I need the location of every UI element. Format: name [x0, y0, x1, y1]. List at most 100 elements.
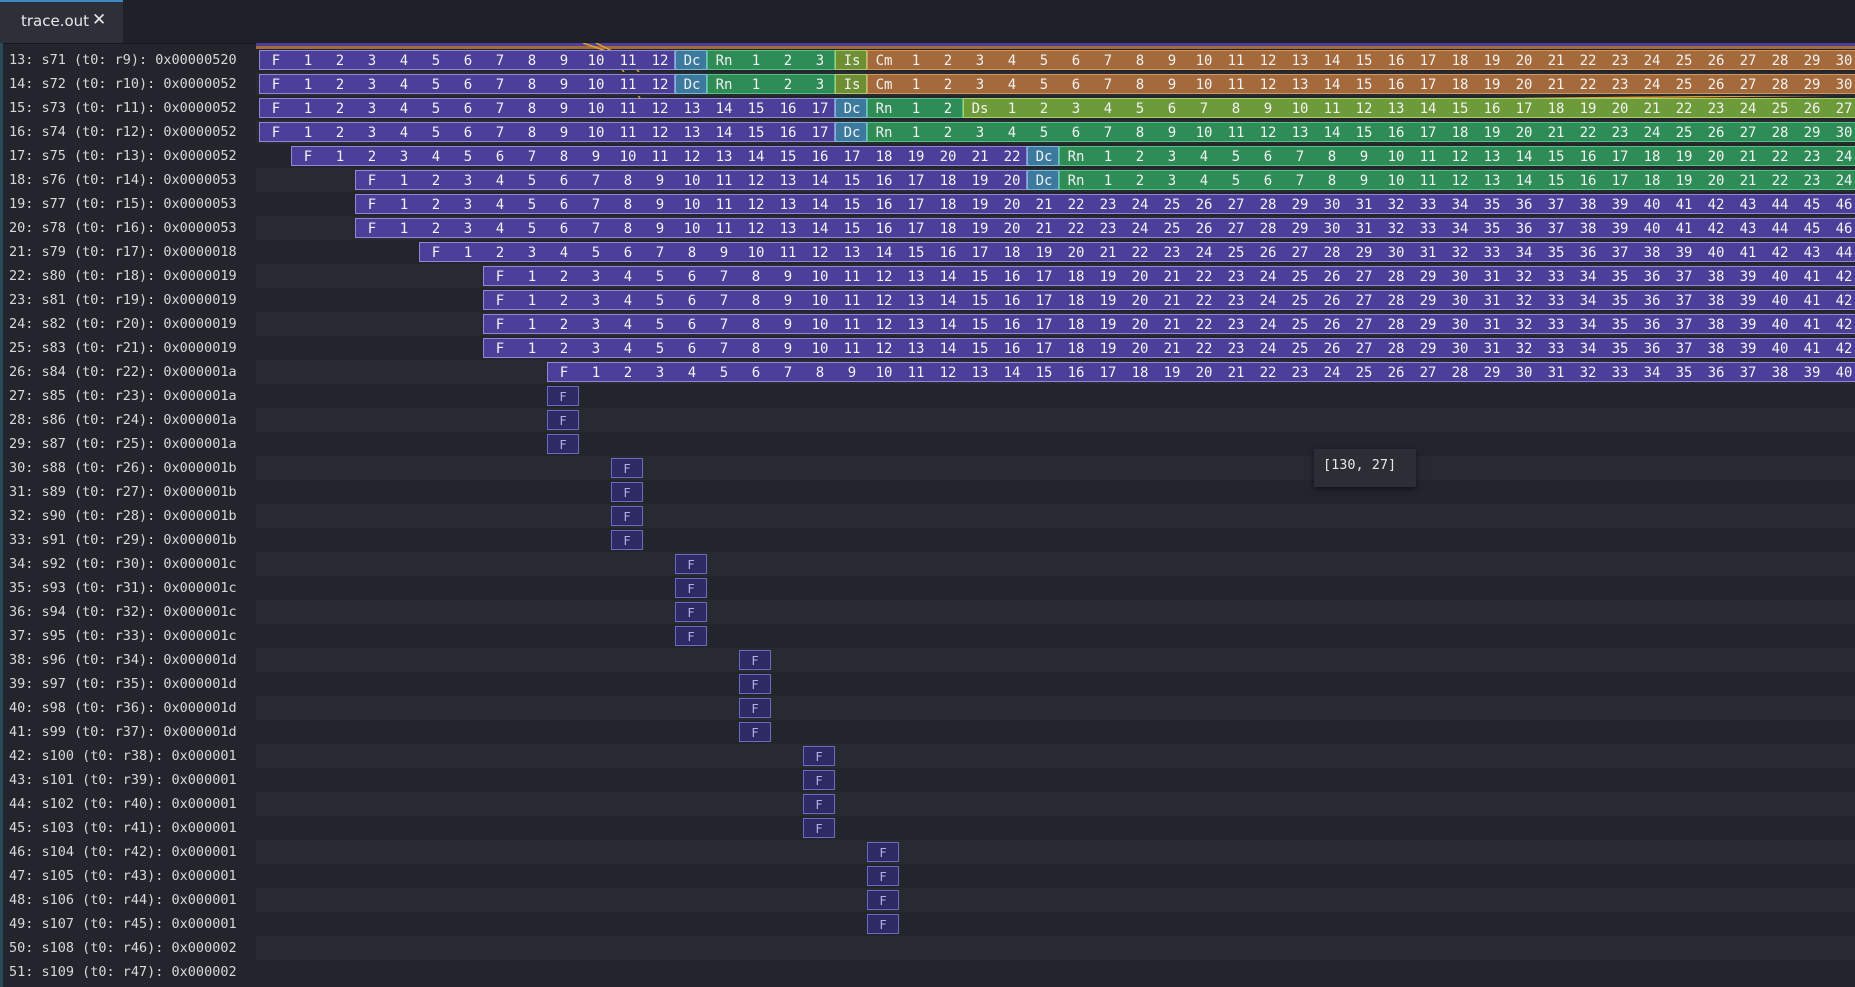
- timeline-row[interactable]: [256, 696, 1855, 720]
- stage-dc[interactable]: Dc: [675, 74, 707, 94]
- stage-f-fetch[interactable]: F: [611, 530, 643, 550]
- stage-f-fetch[interactable]: F: [803, 746, 835, 766]
- tab-trace-out[interactable]: trace.out ✕: [0, 0, 123, 43]
- stage-cm[interactable]: Cm 1 2 3 4 5 6 7 8 9 10 11 12 13 14 15 16 17 18 19 20 21 22 23 2…: [867, 50, 1855, 70]
- timeline-row[interactable]: [256, 552, 1855, 576]
- stage-rn[interactable]: Rn 1 2 3 4 5 6 7 8 9 10 11 12 13 14 15 16 17 18 19 20 21 22 23 2…: [1059, 170, 1855, 190]
- timeline-row[interactable]: [256, 840, 1855, 864]
- stage-f[interactable]: F 1 2 3 4 5 6 7 8 9 10 11 12 13 14 15 16 17 18 19 20 21 22 23 24…: [547, 362, 1855, 382]
- cycle-count: 18: [939, 197, 957, 213]
- stage-f[interactable]: F 1 2 3 4 5 6 7 8 9 10 11 12 13 14 15 16 17: [259, 122, 835, 142]
- cycle-count: 7: [1103, 77, 1113, 93]
- stage-rn[interactable]: Rn 1 2 3: [707, 50, 835, 70]
- cycle-count: 13: [779, 221, 797, 237]
- stage-rn[interactable]: Rn 1 2: [867, 98, 963, 118]
- stage-f[interactable]: F 1 2 3 4 5 6 7 8 9 10 11 12 13 14 15 16 17 18 19 20 21 22 23 24…: [483, 266, 1855, 286]
- stage-f-fetch[interactable]: F: [547, 386, 579, 406]
- cycle-count: 9: [591, 149, 601, 165]
- timeline-row[interactable]: [256, 936, 1855, 960]
- timeline-row[interactable]: [256, 600, 1855, 624]
- stage-rn[interactable]: Rn 1 2 3 4 5 6 7 8 9 10 11 12 13 14 15 16 17 18 19 20 21 22 23 2…: [867, 122, 1855, 142]
- stage-f-fetch[interactable]: F: [739, 674, 771, 694]
- stage-f[interactable]: F 1 2 3 4 5 6 7 8 9 10 11 12 13 14 15 16 17 18 19 20 21 22: [291, 146, 1027, 166]
- stage-f[interactable]: F 1 2 3 4 5 6 7 8 9 10 11 12 13 14 15 16 17 18 19 20 21 22 23 24…: [419, 242, 1855, 262]
- stage-f[interactable]: F 1 2 3 4 5 6 7 8 9 10 11 12: [259, 50, 675, 70]
- stage-f-fetch[interactable]: F: [675, 602, 707, 622]
- stage-dc[interactable]: Dc: [835, 98, 867, 118]
- cycle-count: 16: [779, 125, 797, 141]
- timeline-row[interactable]: [256, 960, 1855, 984]
- stage-cm[interactable]: Cm 1 2 3 4 5 6 7 8 9 10 11 12 13 14 15 16 17 18 19 20 21 22 23 2…: [867, 74, 1855, 94]
- stage-f-fetch[interactable]: F: [611, 506, 643, 526]
- stage-f[interactable]: F 1 2 3 4 5 6 7 8 9 10 11 12: [259, 74, 675, 94]
- stage-f-fetch[interactable]: F: [611, 458, 643, 478]
- stage-ds[interactable]: Ds 1 2 3 4 5 6 7 8 9 10 11 12 13 14 15 16 17 18 19 20 21 22 23 2…: [963, 98, 1855, 118]
- cycle-count: 15: [747, 101, 765, 117]
- timeline-row[interactable]: [256, 408, 1855, 432]
- cycle-count: 37: [1547, 221, 1565, 237]
- cycle-count: 16: [1003, 317, 1021, 333]
- stage-f-fetch[interactable]: F: [867, 842, 899, 862]
- cycle-count: 16: [811, 149, 829, 165]
- timeline-row[interactable]: [256, 456, 1855, 480]
- timeline-row[interactable]: [256, 480, 1855, 504]
- timeline-row[interactable]: [256, 720, 1855, 744]
- stage-rn[interactable]: Rn 1 2 3 4 5 6 7 8 9 10 11 12 13 14 15 16 17 18 19 20 21 22 23 2…: [1059, 146, 1855, 166]
- timeline-row[interactable]: [256, 768, 1855, 792]
- timeline-row[interactable]: [256, 792, 1855, 816]
- stage-is[interactable]: Is: [835, 74, 867, 94]
- cycle-count: 8: [527, 125, 537, 141]
- timeline-row[interactable]: [256, 864, 1855, 888]
- stage-f-fetch[interactable]: F: [739, 698, 771, 718]
- stage-f[interactable]: F 1 2 3 4 5 6 7 8 9 10 11 12 13 14 15 16 17 18 19 20 21 22 23 24…: [483, 314, 1855, 334]
- stage-f-fetch[interactable]: F: [739, 722, 771, 742]
- timeline-row[interactable]: [256, 648, 1855, 672]
- stage-f-fetch[interactable]: F: [675, 626, 707, 646]
- cycle-count: 40: [1643, 221, 1661, 237]
- timeline-row[interactable]: [256, 912, 1855, 936]
- timeline-row[interactable]: [256, 528, 1855, 552]
- cycle-count: 39: [1675, 245, 1693, 261]
- cycle-count: 8: [623, 197, 633, 213]
- stage-dc[interactable]: Dc: [1027, 170, 1059, 190]
- timeline-row[interactable]: [256, 576, 1855, 600]
- timeline-row[interactable]: [256, 672, 1855, 696]
- stage-f-fetch[interactable]: F: [867, 890, 899, 910]
- timeline-row[interactable]: [256, 432, 1855, 456]
- stage-f[interactable]: F 1 2 3 4 5 6 7 8 9 10 11 12 13 14 15 16 17 18 19 20 21 22 23 24…: [355, 218, 1855, 238]
- stage-f[interactable]: F 1 2 3 4 5 6 7 8 9 10 11 12 13 14 15 16 17 18 19 20: [355, 170, 1027, 190]
- stage-f-fetch[interactable]: F: [547, 434, 579, 454]
- stage-dc[interactable]: Dc: [835, 122, 867, 142]
- stage-dc[interactable]: Dc: [1027, 146, 1059, 166]
- stage-f-fetch[interactable]: F: [803, 770, 835, 790]
- timeline-row[interactable]: [256, 384, 1855, 408]
- timeline-row[interactable]: [256, 624, 1855, 648]
- pipeline-canvas[interactable]: F 1 2 3 4 5 6 7 8 9 10 11 12 Dc Rn 1 2 3 Is Cm 1 2 3 4 5 6 7 8 9 10 11…: [256, 43, 1855, 987]
- stage-f-fetch[interactable]: F: [675, 578, 707, 598]
- stage-f-fetch[interactable]: F: [739, 650, 771, 670]
- cycle-count: 26: [1323, 317, 1341, 333]
- cycle-count: 2: [783, 77, 793, 93]
- stage-f[interactable]: F 1 2 3 4 5 6 7 8 9 10 11 12 13 14 15 16 17 18 19 20 21 22 23 24…: [483, 290, 1855, 310]
- cycle-count: 8: [751, 293, 761, 309]
- stage-f-fetch[interactable]: F: [547, 410, 579, 430]
- timeline-row[interactable]: [256, 744, 1855, 768]
- stage-f[interactable]: F 1 2 3 4 5 6 7 8 9 10 11 12 13 14 15 16 17: [259, 98, 835, 118]
- stage-f[interactable]: F 1 2 3 4 5 6 7 8 9 10 11 12 13 14 15 16 17 18 19 20 21 22 23 24…: [355, 194, 1855, 214]
- stage-f-fetch[interactable]: F: [867, 866, 899, 886]
- stage-rn[interactable]: Rn 1 2 3: [707, 74, 835, 94]
- cycle-count: 16: [1579, 149, 1597, 165]
- timeline-row[interactable]: [256, 888, 1855, 912]
- stage-f-fetch[interactable]: F: [803, 818, 835, 838]
- stage-dc[interactable]: Dc: [675, 50, 707, 70]
- stage-f-fetch[interactable]: F: [611, 482, 643, 502]
- stage-f-fetch[interactable]: F: [675, 554, 707, 574]
- cycle-count: 35: [1675, 365, 1693, 381]
- timeline-row[interactable]: [256, 504, 1855, 528]
- stage-is[interactable]: Is: [835, 50, 867, 70]
- timeline-row[interactable]: [256, 816, 1855, 840]
- stage-f-fetch[interactable]: F: [867, 914, 899, 934]
- close-icon[interactable]: ✕: [92, 10, 106, 30]
- stage-f[interactable]: F 1 2 3 4 5 6 7 8 9 10 11 12 13 14 15 16 17 18 19 20 21 22 23 24…: [483, 338, 1855, 358]
- stage-f-fetch[interactable]: F: [803, 794, 835, 814]
